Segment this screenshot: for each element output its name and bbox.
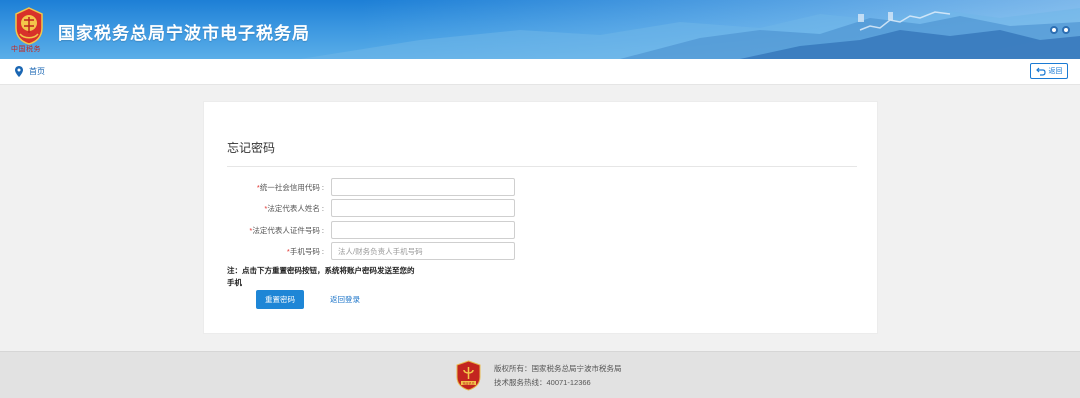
- form-row-phone: *手机号码 :: [204, 242, 879, 260]
- header-tools: [1050, 26, 1070, 34]
- undo-arrow-icon: [1035, 67, 1046, 76]
- search-icon[interactable]: [1050, 26, 1058, 34]
- breadcrumb-home-link[interactable]: 首页: [29, 66, 45, 77]
- back-button[interactable]: 返回: [1030, 63, 1068, 79]
- legal-rep-name-label: *法定代表人姓名 :: [264, 203, 324, 214]
- legal-rep-id-input[interactable]: [331, 221, 515, 239]
- party-government-badge-icon[interactable]: 党政机关: [455, 360, 482, 391]
- form-row-legal-rep-name: *法定代表人姓名 :: [204, 199, 879, 217]
- site-footer: 党政机关 版权所有：国家税务总局宁波市税务局 技术服务热线：40071-1236…: [0, 351, 1080, 398]
- forgot-password-card: 忘记密码 *统一社会信用代码 : *法定代表人姓名 : *法定代表人证件号码 :…: [203, 101, 878, 334]
- breadcrumb-bar: 首页 返回: [0, 59, 1080, 85]
- back-button-label: 返回: [1048, 68, 1063, 75]
- reset-password-button[interactable]: 重置密码: [256, 290, 304, 309]
- footer-info: 版权所有：国家税务总局宁波市税务局 技术服务热线：40071-12366: [494, 362, 622, 390]
- reset-note: 注：点击下方重置密码按钮，系统将账户密码发送至您的手机: [227, 266, 415, 287]
- title-divider: [227, 166, 857, 167]
- footer-hotline: 技术服务热线：40071-12366: [494, 378, 591, 387]
- phone-label-text: 手机号码 :: [289, 247, 324, 256]
- logo-script-text: 中国税务: [11, 45, 41, 53]
- legal-rep-id-label-text: 法定代表人证件号码 :: [252, 226, 324, 235]
- badge-text: 党政机关: [462, 380, 474, 385]
- tax-emblem-icon: [15, 7, 43, 45]
- site-header: 中国税务 国家税务总局宁波市电子税务局: [0, 0, 1080, 59]
- legal-rep-name-input[interactable]: [331, 199, 515, 217]
- site-title: 国家税务总局宁波市电子税务局: [58, 24, 310, 43]
- zoom-icon[interactable]: [1062, 26, 1070, 34]
- credit-code-label-text: 统一社会信用代码 :: [259, 183, 324, 192]
- breadcrumb: 首页: [15, 66, 45, 77]
- credit-code-label: *统一社会信用代码 :: [257, 182, 324, 193]
- legal-rep-id-label: *法定代表人证件号码 :: [249, 225, 324, 236]
- legal-rep-name-label-text: 法定代表人姓名 :: [267, 204, 324, 213]
- back-to-login-link[interactable]: 返回登录: [330, 294, 360, 305]
- form-row-legal-rep-id: *法定代表人证件号码 :: [204, 221, 879, 239]
- form-row-credit-code: *统一社会信用代码 :: [204, 178, 879, 196]
- page-title: 忘记密码: [227, 141, 276, 155]
- footer-copyright: 版权所有：国家税务总局宁波市税务局: [494, 364, 622, 373]
- location-pin-icon: [15, 66, 23, 77]
- phone-input[interactable]: [331, 242, 515, 260]
- credit-code-input[interactable]: [331, 178, 515, 196]
- phone-label: *手机号码 :: [287, 246, 324, 257]
